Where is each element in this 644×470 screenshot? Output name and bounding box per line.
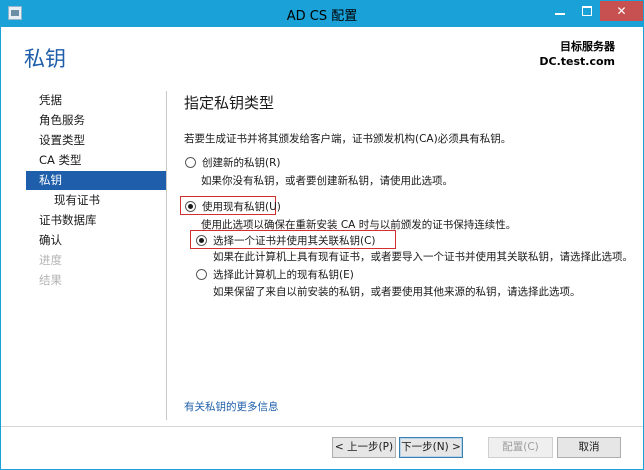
title-bar[interactable]: AD CS 配置 ✕ [1,1,643,27]
close-icon: ✕ [616,4,627,18]
target-server-label: 目标服务器 [560,40,615,53]
radio-select-existing-key-circle[interactable] [196,269,207,280]
radio-use-existing-key[interactable]: 使用现有私钥(U) [185,199,281,214]
radio-select-certificate-circle[interactable] [196,235,207,246]
nav-item-progress: 进度 [39,253,62,267]
nav-divider [166,91,167,420]
section-heading: 指定私钥类型 [184,94,275,112]
intro-text: 若要生成证书并将其颁发给客户端，证书颁发机构(CA)必须具有私钥。 [184,133,512,145]
radio-select-existing-key-label[interactable]: 选择此计算机上的现有私钥(E) [213,267,354,282]
nav-item-ca-type[interactable]: CA 类型 [26,151,166,170]
minimize-icon [555,13,565,15]
radio-select-existing-key-on-computer[interactable]: 选择此计算机上的现有私钥(E) [196,267,376,282]
radio-create-new-key-label[interactable]: 创建新的私钥(R) [202,155,281,170]
radio-create-new-key-circle[interactable] [185,157,196,168]
nav-item-existing-certificate[interactable]: 现有证书 [26,191,166,210]
radio-use-existing-key-label[interactable]: 使用现有私钥(U) [202,199,281,214]
radio-use-existing-key-circle[interactable] [185,201,196,212]
close-button[interactable]: ✕ [600,1,643,21]
nav-item-role-services[interactable]: 角色服务 [26,111,166,130]
create-new-key-description: 如果你没有私钥，或者要创建新私钥，请使用此选项。 [201,175,453,187]
cancel-button[interactable]: 取消 [557,437,621,458]
select-existing-key-description: 如果保留了来自以前安装的私钥，或者要使用其他来源的私钥，请选择此选项。 [213,286,581,298]
page-title: 私钥 [24,47,66,71]
minimize-button[interactable] [546,1,574,21]
target-server-name: DC.test.com [539,55,615,68]
more-info-link[interactable]: 有关私钥的更多信息 [184,399,279,414]
nav-item-setup-type[interactable]: 设置类型 [26,131,166,150]
nav-item-credentials[interactable]: 凭据 [26,91,166,110]
configure-button: 配置(C) [488,437,553,458]
ad-cs-config-window: AD CS 配置 ✕ 私钥 目标服务器 DC.test.com 凭据 角色服务 … [0,0,644,470]
nav-item-private-key[interactable]: 私钥 [26,171,166,190]
radio-select-certificate[interactable]: 选择一个证书并使用其关联私钥(C) [196,233,392,248]
previous-button[interactable]: < 上一步(P) [332,437,396,458]
nav-item-confirmation[interactable]: 确认 [26,231,166,250]
select-certificate-description: 如果在此计算机上具有现有证书，或者要导入一个证书并使用其关联私钥，请选择此选项。 [213,251,633,263]
radio-create-new-key[interactable]: 创建新的私钥(R) [185,155,305,170]
nav-item-results: 结果 [39,273,62,287]
next-button[interactable]: 下一步(N) > [399,437,463,458]
nav-item-certificate-database[interactable]: 证书数据库 [26,211,166,230]
maximize-icon [582,6,592,16]
radio-select-certificate-label[interactable]: 选择一个证书并使用其关联私钥(C) [213,233,376,248]
maximize-button[interactable] [574,1,600,21]
footer-divider [1,426,643,427]
